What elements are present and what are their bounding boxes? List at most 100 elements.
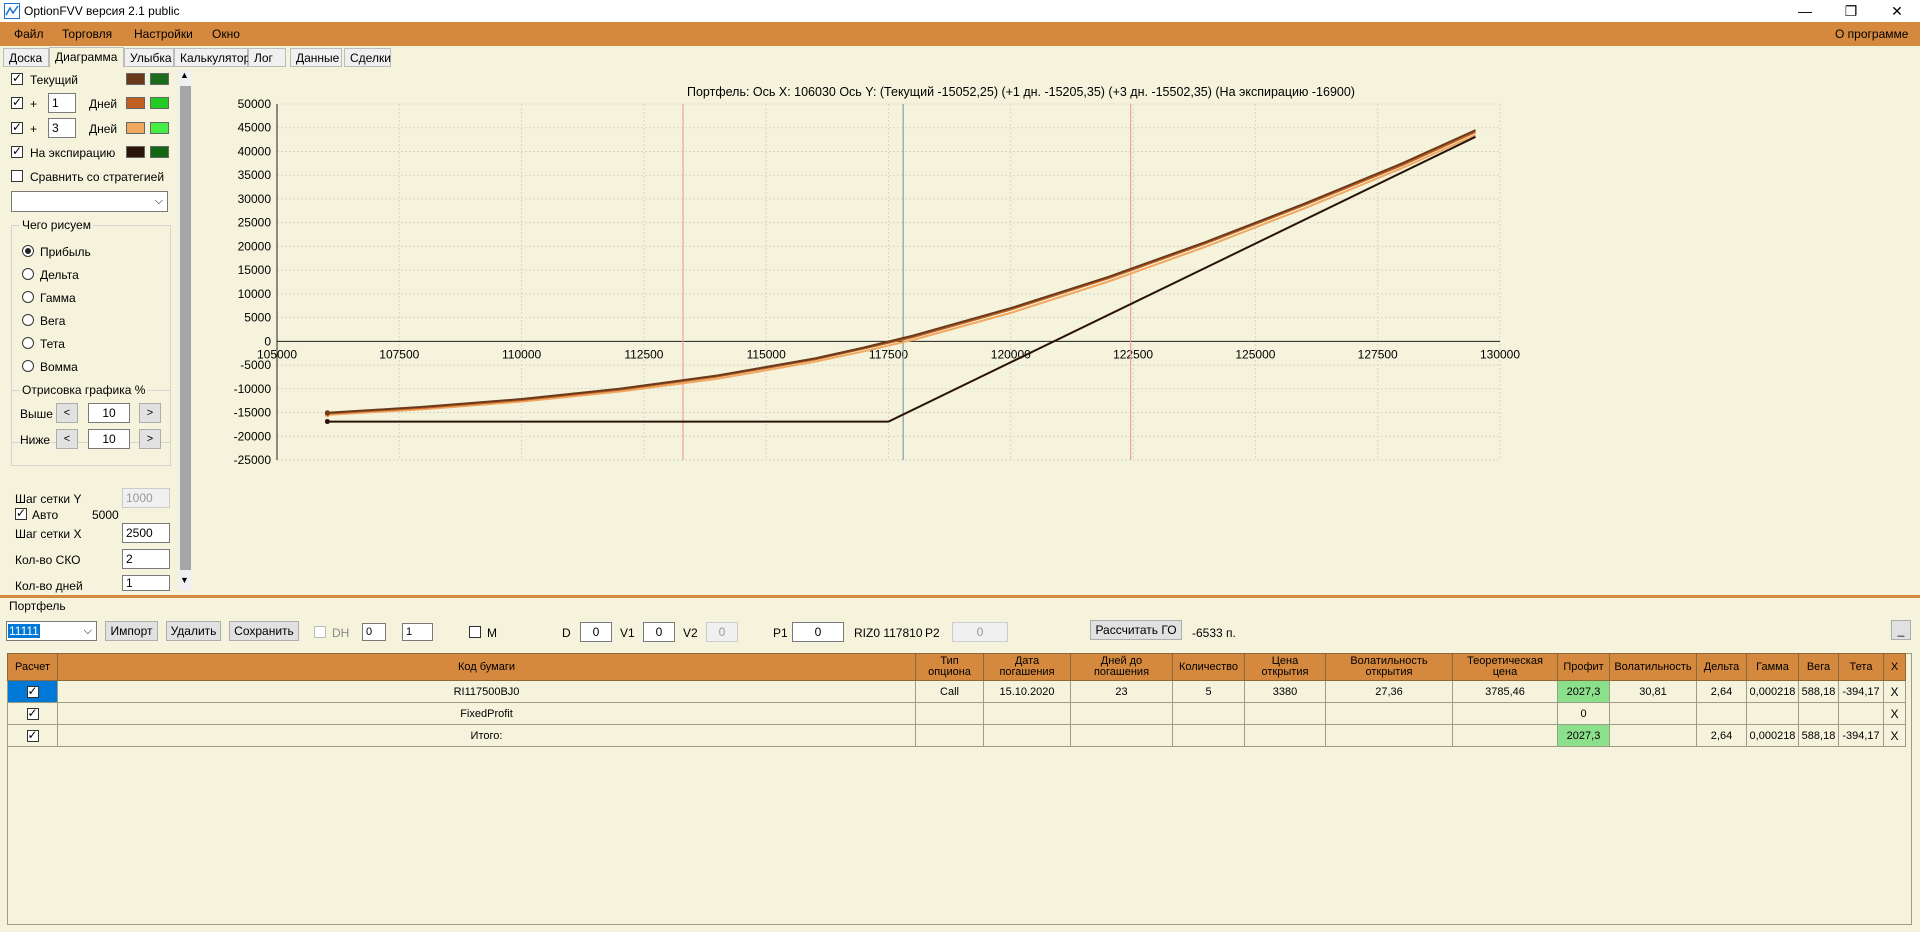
cell-days[interactable] — [1070, 724, 1173, 747]
col-open[interactable]: Цена открытия — [1244, 653, 1326, 681]
curve-expiry-color[interactable] — [126, 146, 145, 158]
chart-plot[interactable]: 105000 107500 110000 112500 115000 117500 1200… — [195, 68, 1920, 592]
auto-checkbox[interactable] — [15, 506, 27, 520]
cell-vega[interactable]: 588,18 — [1798, 680, 1839, 703]
tab-smile[interactable]: Улыбка — [124, 48, 174, 67]
row-calc-cell[interactable] — [7, 702, 58, 725]
dh-checkbox[interactable] — [314, 626, 326, 638]
radio-profit[interactable] — [22, 245, 34, 257]
col-qty[interactable]: Количество — [1172, 653, 1245, 681]
v1-input[interactable]: 0 — [643, 622, 675, 642]
dh-spinner-a[interactable]: 0 — [362, 623, 386, 641]
row-delete-button[interactable]: X — [1883, 702, 1906, 725]
above-input[interactable]: 10 — [88, 403, 130, 423]
payoff-chart[interactable]: Портфель: Ось X: 106030 Ось Y: (Текущий … — [195, 68, 1920, 592]
cell-vol-open[interactable] — [1325, 724, 1453, 747]
row-delete-button[interactable]: X — [1883, 724, 1906, 747]
calculate-go-button[interactable]: Рассчитать ГО — [1090, 620, 1182, 640]
row-delete-button[interactable]: X — [1883, 680, 1906, 703]
p1-input[interactable]: 0 — [792, 622, 844, 642]
menu-settings[interactable]: Настройки — [134, 27, 193, 41]
tab-deals[interactable]: Сделки — [344, 48, 391, 67]
tab-board[interactable]: Доска — [3, 48, 49, 67]
curve-day1-color-alt[interactable] — [150, 97, 169, 109]
cell-qty[interactable] — [1172, 702, 1245, 725]
cell-gamma[interactable] — [1746, 702, 1799, 725]
cell-delta[interactable]: 2,64 — [1696, 680, 1747, 703]
col-theta[interactable]: Тета — [1838, 653, 1884, 681]
col-vol[interactable]: Волатильность — [1609, 653, 1697, 681]
cell-vol[interactable] — [1609, 724, 1697, 747]
cell-theta[interactable]: -394,17 — [1838, 680, 1884, 703]
left-panel-scrollbar[interactable]: ▲ ▼ — [178, 70, 192, 590]
below-input[interactable]: 10 — [88, 429, 130, 449]
cell-type[interactable] — [915, 724, 984, 747]
cell-code[interactable]: RI117500BJ0 — [57, 680, 916, 703]
below-increase-button[interactable]: > — [139, 429, 161, 449]
tab-data[interactable]: Данные — [290, 48, 342, 67]
cell-vega[interactable]: 588,18 — [1798, 724, 1839, 747]
dh-spinner-b[interactable]: 1 — [402, 623, 433, 641]
col-days[interactable]: Дней до погашения — [1070, 653, 1173, 681]
grid-y-input[interactable]: 1000 — [122, 488, 170, 508]
cell-qty[interactable] — [1172, 724, 1245, 747]
cell-theo[interactable]: 3785,46 — [1452, 680, 1558, 703]
table-row[interactable]: RI117500BJ0 Call 15.10.2020 23 5 3380 27… — [7, 680, 1906, 703]
col-delta[interactable]: Дельта — [1696, 653, 1747, 681]
col-date[interactable]: Дата погашения — [983, 653, 1071, 681]
col-calc[interactable]: Расчет — [7, 653, 58, 681]
close-button[interactable]: ✕ — [1874, 0, 1920, 22]
save-button[interactable]: Сохранить — [229, 621, 299, 641]
curve-day1-color[interactable] — [126, 97, 145, 109]
curve-day1-days-input[interactable]: 1 — [48, 93, 76, 113]
portfolio-select[interactable]: 11111 ⌵ — [6, 621, 97, 641]
radio-theta[interactable] — [22, 337, 34, 349]
curve-current-checkbox[interactable] — [11, 71, 23, 85]
col-vega[interactable]: Вега — [1798, 653, 1839, 681]
cell-qty[interactable]: 5 — [1172, 680, 1245, 703]
cell-code[interactable]: FixedProfit — [57, 702, 916, 725]
curve-day1-checkbox[interactable] — [11, 95, 23, 109]
panel-splitter[interactable] — [0, 595, 1920, 598]
curve-expiry-checkbox[interactable] — [11, 144, 23, 158]
menu-window[interactable]: Окно — [212, 27, 240, 41]
cell-code[interactable]: Итого: — [57, 724, 916, 747]
row-calc-cell[interactable] — [7, 724, 58, 747]
table-row[interactable]: Итого: 2027,3 2,64 0,000218 588,18 -394,… — [7, 724, 1906, 747]
minimize-panel-button[interactable]: _ — [1891, 620, 1911, 640]
p2-input[interactable]: 0 — [952, 622, 1008, 642]
cell-vega[interactable] — [1798, 702, 1839, 725]
v2-input[interactable]: 0 — [706, 622, 738, 642]
cell-theta[interactable] — [1838, 702, 1884, 725]
col-type[interactable]: Тип опциона — [915, 653, 984, 681]
radio-vega[interactable] — [22, 314, 34, 326]
cell-gamma[interactable]: 0,000218 — [1746, 724, 1799, 747]
table-row[interactable]: FixedProfit 0 X — [7, 702, 1906, 725]
row-calc-checkbox[interactable] — [26, 728, 39, 742]
curve-expiry-color-alt[interactable] — [150, 146, 169, 158]
grid-x-input[interactable]: 2500 — [122, 523, 170, 543]
cell-open[interactable] — [1244, 724, 1326, 747]
compare-strategy-checkbox[interactable] — [11, 170, 23, 182]
tab-diagram[interactable]: Диаграмма — [49, 47, 124, 68]
cell-delta[interactable]: 2,64 — [1696, 724, 1747, 747]
radio-delta[interactable] — [22, 268, 34, 280]
menu-trading[interactable]: Торговля — [62, 27, 112, 41]
import-button[interactable]: Импорт — [105, 621, 158, 641]
cell-vol-open[interactable] — [1325, 702, 1453, 725]
curve-day3-color-alt[interactable] — [150, 122, 169, 134]
scroll-thumb[interactable] — [180, 86, 191, 570]
row-calc-checkbox[interactable] — [26, 706, 39, 720]
col-delete[interactable]: X — [1883, 653, 1906, 681]
cell-days[interactable]: 23 — [1070, 680, 1173, 703]
cell-theta[interactable]: -394,17 — [1838, 724, 1884, 747]
cell-theo[interactable] — [1452, 702, 1558, 725]
curve-current-color[interactable] — [126, 73, 145, 85]
tab-calculator[interactable]: Калькулятор — [174, 48, 250, 67]
sko-input[interactable]: 2 — [122, 549, 170, 569]
curve-day3-color[interactable] — [126, 122, 145, 134]
cell-delta[interactable] — [1696, 702, 1747, 725]
cell-theo[interactable] — [1452, 724, 1558, 747]
col-profit[interactable]: Профит — [1557, 653, 1610, 681]
strategy-select[interactable]: ⌵ — [11, 191, 168, 212]
